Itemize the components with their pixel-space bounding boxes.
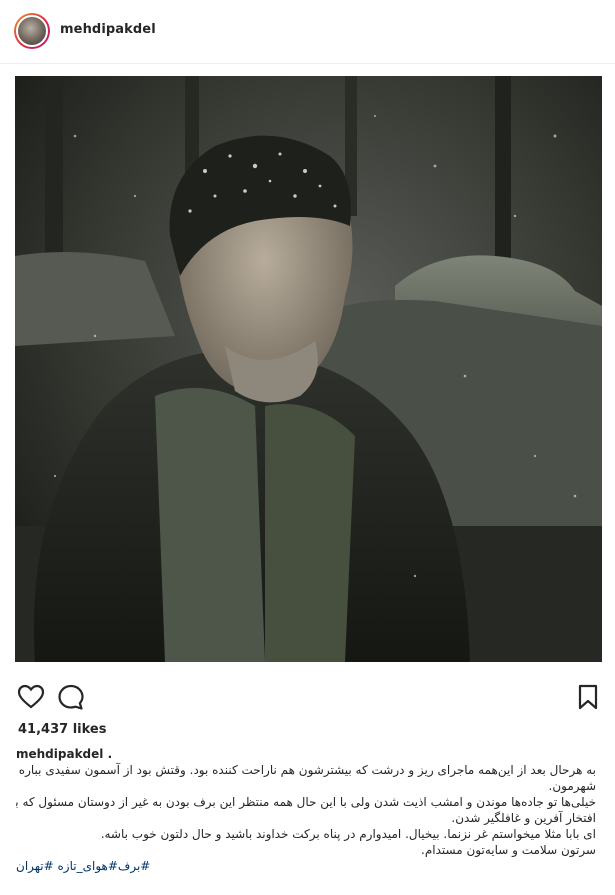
comment-bubble-icon[interactable] (56, 682, 86, 712)
avatar[interactable] (14, 13, 50, 49)
heart-outline-icon[interactable] (16, 682, 46, 712)
like-count[interactable]: 41,437 likes (18, 722, 106, 737)
caption-line: شهرمون. (548, 779, 596, 793)
post-header: mehdipakdel (0, 0, 615, 64)
action-bar (0, 682, 615, 716)
caption-line: ای بابا مثلا میخواستم غر نزنما. بیخیال. … (100, 827, 596, 841)
caption-line: خیلی‌ها تو جاده‌ها موندن و امشب اذیت شدن… (16, 795, 596, 809)
post-photo[interactable] (15, 76, 602, 662)
post-caption: mehdipakdel . به هرحال بعد از این‌همه ما… (16, 746, 596, 874)
portrait-photo (15, 76, 602, 662)
avatar-image (16, 15, 48, 47)
bookmark-icon[interactable] (573, 682, 603, 712)
caption-line: سرتون سلامت و سایه‌تون مستدام. (421, 843, 596, 857)
caption-line: افتخار آفرین و غافلگیر شدن. (451, 811, 596, 825)
username-link[interactable]: mehdipakdel (60, 22, 156, 37)
caption-hashtags[interactable]: برف#هوای_تازه #تهران# (16, 858, 596, 874)
caption-line: به هرحال بعد از این‌همه ماجرای ریز و درش… (16, 763, 596, 777)
caption-username[interactable]: mehdipakdel . (16, 746, 596, 762)
